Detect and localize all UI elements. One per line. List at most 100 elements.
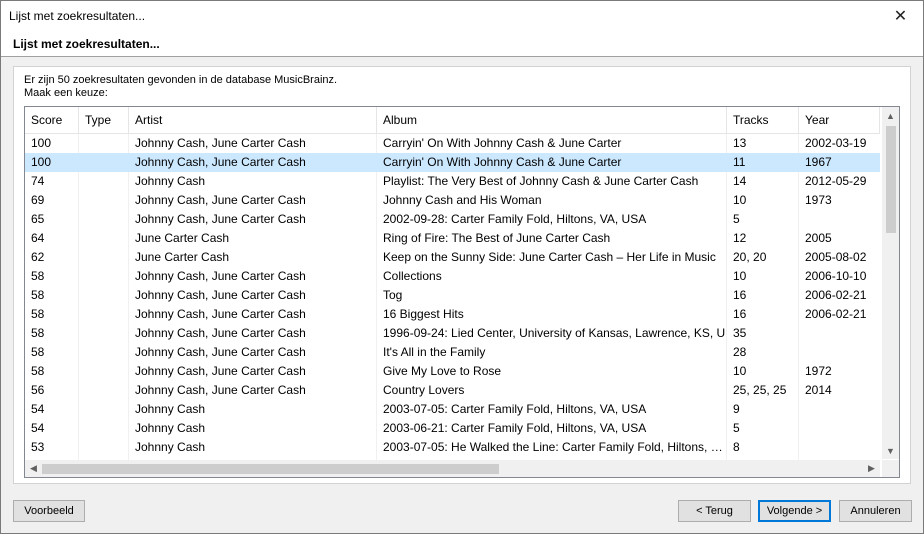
scroll-left-icon[interactable]: ◀ xyxy=(25,460,42,477)
table-row[interactable]: 100 Johnny Cash, June Carter Cash Carryin'… xyxy=(25,153,880,172)
cell-score: 54 xyxy=(31,421,45,435)
cell-tracks: 8 xyxy=(733,440,740,454)
cell-album: Country Lovers xyxy=(383,383,465,397)
cell-score: 56 xyxy=(31,383,45,397)
cell-type xyxy=(79,419,129,438)
cell-tracks: 10 xyxy=(733,364,747,378)
table-row[interactable]: 58 Johnny Cash, June Carter Cash 16 Bigges… xyxy=(25,305,880,324)
table-row[interactable]: 58 Johnny Cash, June Carter Cash Collectio… xyxy=(25,267,880,286)
cell-score: 62 xyxy=(31,250,45,264)
table-row[interactable]: 56 Johnny Cash, June Carter Cash Country L… xyxy=(25,381,880,400)
cell-album: 2003-07-05: Carter Family Fold, Hiltons,… xyxy=(383,402,647,416)
cell-year: 2005 xyxy=(805,231,832,245)
column-header-artist[interactable]: Artist xyxy=(129,107,377,133)
cell-tracks: 5 xyxy=(733,421,740,435)
preview-button[interactable]: Voorbeeld xyxy=(13,500,85,522)
table-row[interactable]: 53 Johnny Cash 2003-07-05: He Walked the L… xyxy=(25,438,880,457)
table-row[interactable]: 62 June Carter Cash Keep on the Sunny Side… xyxy=(25,248,880,267)
cell-artist: Johnny Cash, June Carter Cash xyxy=(135,212,306,226)
column-header-tracks[interactable]: Tracks xyxy=(727,107,799,133)
cell-album: Ring of Fire: The Best of June Carter Ca… xyxy=(383,231,611,245)
table-row[interactable]: 64 June Carter Cash Ring of Fire: The Best… xyxy=(25,229,880,248)
wizard-header: Lijst met zoekresultaten... xyxy=(1,31,923,57)
vertical-scrollbar[interactable]: ▲ ▼ xyxy=(882,107,899,459)
cell-type xyxy=(79,229,129,248)
cell-tracks: 10 xyxy=(733,193,747,207)
cell-score: 58 xyxy=(31,307,45,321)
cell-type xyxy=(79,248,129,267)
cell-album: Collections xyxy=(383,269,442,283)
cell-type xyxy=(79,400,129,419)
column-header-score[interactable]: Score xyxy=(25,107,79,133)
results-table[interactable]: Score Type Artist Album Tracks Year 100 Johnny… xyxy=(24,106,900,478)
cell-artist: Johnny Cash, June Carter Cash xyxy=(135,288,306,302)
cell-artist: Johnny Cash, June Carter Cash xyxy=(135,307,306,321)
cell-tracks: 16 xyxy=(733,307,747,321)
cell-year: 1972 xyxy=(805,364,832,378)
cell-type xyxy=(79,267,129,286)
table-row[interactable]: 65 Johnny Cash, June Carter Cash 2002-09-2… xyxy=(25,210,880,229)
cell-artist: Johnny Cash, June Carter Cash xyxy=(135,383,306,397)
table-row[interactable]: 54 Johnny Cash 2003-07-05: Carter Family F… xyxy=(25,400,880,419)
back-button[interactable]: < Terug xyxy=(678,500,751,522)
cell-type xyxy=(79,324,129,343)
cell-year xyxy=(799,438,880,457)
next-button[interactable]: Volgende > xyxy=(758,500,831,522)
cell-score: 58 xyxy=(31,288,45,302)
cell-tracks: 13 xyxy=(733,136,747,150)
cell-score: 53 xyxy=(31,440,45,454)
cell-album: Carryin' On With Johnny Cash & June Cart… xyxy=(383,136,622,150)
cell-score: 69 xyxy=(31,193,45,207)
cell-type xyxy=(79,286,129,305)
cell-album: Johnny Cash and His Woman xyxy=(383,193,542,207)
cell-album: Keep on the Sunny Side: June Carter Cash… xyxy=(383,250,716,264)
column-header-type[interactable]: Type xyxy=(79,107,129,133)
cell-year xyxy=(799,343,880,362)
cell-score: 58 xyxy=(31,345,45,359)
scroll-right-icon[interactable]: ▶ xyxy=(863,460,880,477)
cell-artist: Johnny Cash xyxy=(135,421,206,435)
column-header-year[interactable]: Year xyxy=(799,107,880,133)
cell-year: 2006-02-21 xyxy=(805,307,867,321)
cell-year: 2006-10-10 xyxy=(805,269,867,283)
cell-tracks: 25, 25, 25 xyxy=(733,383,787,397)
cell-score: 74 xyxy=(31,174,45,188)
table-row[interactable]: 69 Johnny Cash, June Carter Cash Johnny Ca… xyxy=(25,191,880,210)
table-header: Score Type Artist Album Tracks Year xyxy=(25,107,880,134)
horizontal-scrollbar[interactable]: ◀ ▶ xyxy=(25,460,880,477)
cell-score: 58 xyxy=(31,326,45,340)
cell-year: 1967 xyxy=(805,155,832,169)
cancel-button[interactable]: Annuleren xyxy=(839,500,912,522)
vertical-scroll-thumb[interactable] xyxy=(886,126,896,233)
cell-year: 2014 xyxy=(805,383,832,397)
cell-album: Playlist: The Very Best of Johnny Cash &… xyxy=(383,174,699,188)
cell-tracks: 10 xyxy=(733,269,747,283)
cell-artist: Johnny Cash, June Carter Cash xyxy=(135,269,306,283)
cell-artist: Johnny Cash, June Carter Cash xyxy=(135,364,306,378)
cell-artist: Johnny Cash, June Carter Cash xyxy=(135,155,306,169)
table-row[interactable]: 74 Johnny Cash Playlist: The Very Best of … xyxy=(25,172,880,191)
scroll-down-icon[interactable]: ▼ xyxy=(882,442,899,459)
cell-album: 2003-06-21: Carter Family Fold, Hiltons,… xyxy=(383,421,647,435)
close-icon[interactable]: ✕ xyxy=(878,1,923,31)
column-header-album[interactable]: Album xyxy=(377,107,727,133)
cell-album: 1996-09-24: Lied Center, University of K… xyxy=(383,326,726,340)
table-row[interactable]: 58 Johnny Cash, June Carter Cash Tog 16 2006… xyxy=(25,286,880,305)
cell-score: 54 xyxy=(31,402,45,416)
cell-artist: Johnny Cash, June Carter Cash xyxy=(135,326,306,340)
table-row[interactable]: 58 Johnny Cash, June Carter Cash It's All … xyxy=(25,343,880,362)
table-row[interactable]: 58 Johnny Cash, June Carter Cash Give My L… xyxy=(25,362,880,381)
cell-type xyxy=(79,210,129,229)
cell-type xyxy=(79,305,129,324)
cell-year: 2002-03-19 xyxy=(805,136,867,150)
cell-album: 2003-07-05: He Walked the Line: Carter F… xyxy=(383,440,727,454)
table-row[interactable]: 54 Johnny Cash 2003-06-21: Carter Family F… xyxy=(25,419,880,438)
cell-score: 100 xyxy=(31,155,52,169)
cell-type xyxy=(79,134,129,153)
scroll-up-icon[interactable]: ▲ xyxy=(882,107,899,124)
table-row[interactable]: 58 Johnny Cash, June Carter Cash 1996-09-2… xyxy=(25,324,880,343)
cell-tracks: 20, 20 xyxy=(733,250,767,264)
horizontal-scroll-thumb[interactable] xyxy=(42,464,499,474)
cell-artist: June Carter Cash xyxy=(135,231,230,245)
table-row[interactable]: 100 Johnny Cash, June Carter Cash Carryin'… xyxy=(25,134,880,153)
